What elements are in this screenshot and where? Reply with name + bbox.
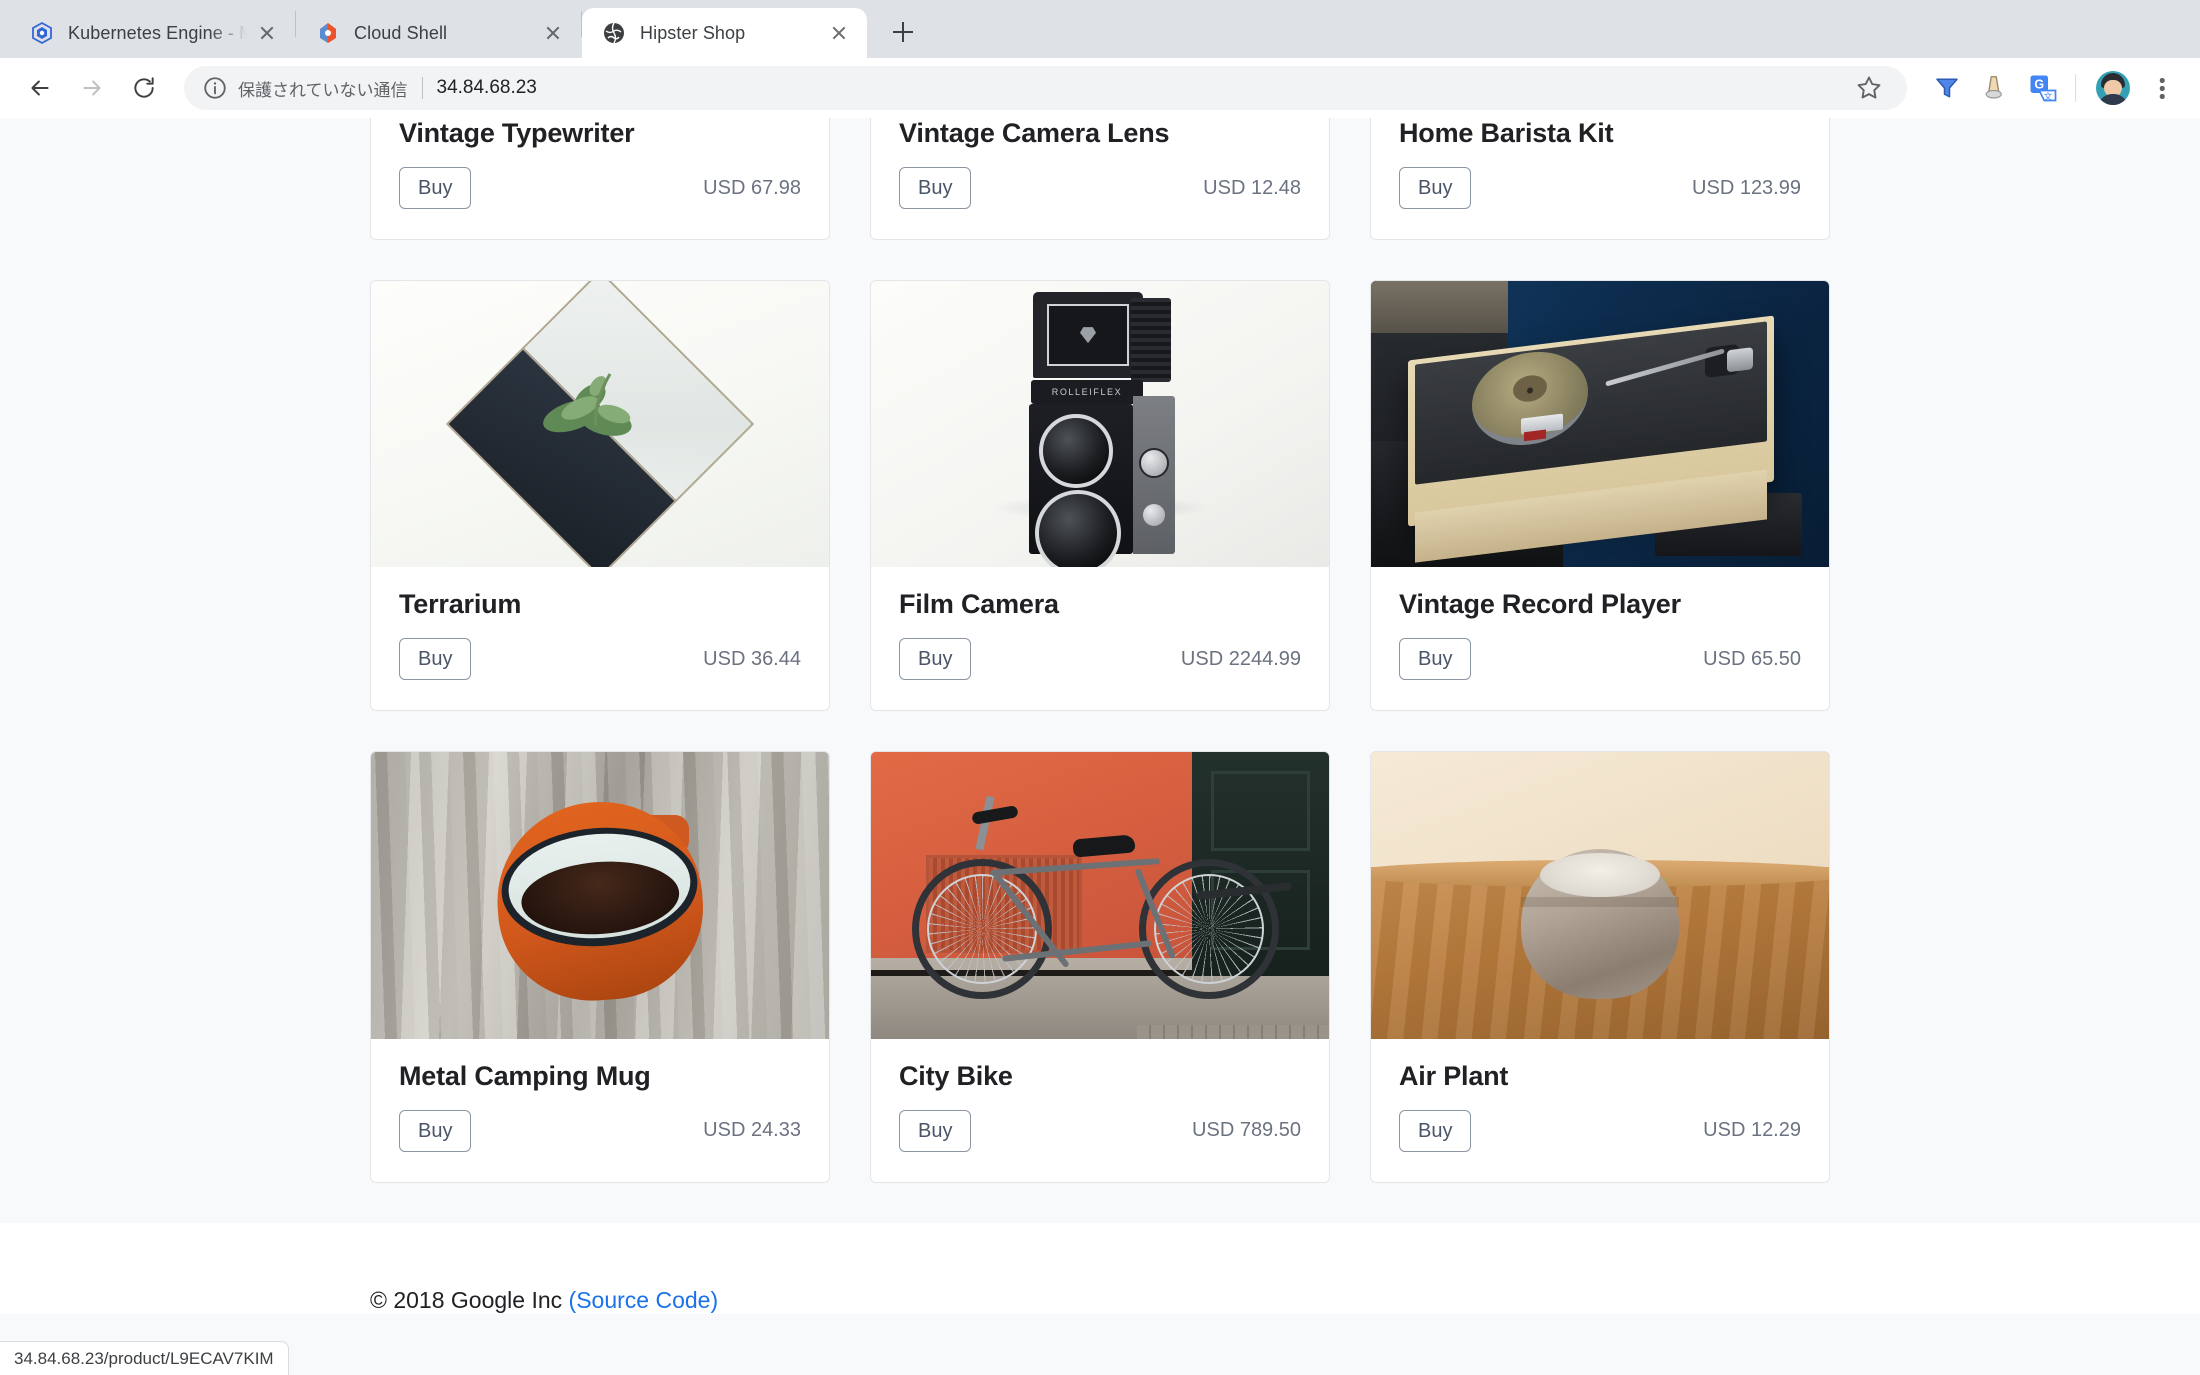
buy-button[interactable]: Buy (899, 167, 972, 210)
product-card-air-plant[interactable]: Air Plant Buy USD 12.29 (1370, 751, 1830, 1183)
tab-hipster-shop[interactable]: Hipster Shop (582, 8, 867, 58)
new-tab-button[interactable] (881, 10, 925, 54)
product-title: Air Plant (1399, 1060, 1509, 1091)
status-bar-url: 34.84.68.23/product/L9ECAV7KIM (0, 1341, 289, 1375)
product-price: USD 12.29 (1703, 1119, 1801, 1142)
buy-button[interactable]: Buy (1399, 167, 1472, 210)
product-price: USD 36.44 (703, 647, 801, 670)
url-text: 34.84.68.23 (436, 77, 537, 98)
tab-title: Kubernetes Engine - My Projec (68, 22, 249, 43)
product-card-vintage-camera-lens[interactable]: Vintage Camera Lens Buy USD 12.48 (870, 118, 1330, 241)
buy-button[interactable]: Buy (399, 167, 472, 210)
security-status-text: 保護されていない通信 (238, 80, 408, 100)
product-card-footer: Buy USD 24.33 (399, 1109, 801, 1152)
product-card-vintage-typewriter[interactable]: Vintage Typewriter Buy USD 67.98 (370, 118, 830, 241)
browser-toolbar: 保護されていない通信 34.84.68.23 G 文 (0, 58, 2200, 118)
product-card-footer: Buy USD 12.48 (899, 167, 1301, 210)
globe-icon (602, 21, 626, 45)
product-card-footer: Buy USD 123.99 (1399, 167, 1801, 210)
kubernetes-icon (30, 21, 54, 45)
cloud-shell-icon (316, 21, 340, 45)
product-title: Metal Camping Mug (399, 1060, 651, 1091)
city-bike-photo[interactable] (871, 752, 1329, 1039)
product-title: Home Barista Kit (1399, 118, 1614, 148)
product-title: Terrarium (399, 589, 522, 620)
product-title: City Bike (899, 1060, 1013, 1091)
tab-title: Cloud Shell (354, 22, 448, 43)
profile-avatar[interactable] (2096, 71, 2130, 105)
close-icon[interactable] (825, 19, 853, 47)
buy-button[interactable]: Buy (1399, 1109, 1472, 1152)
product-row: Terrarium Buy USD 36.44 ROLLEIFLEX Film … (370, 280, 1830, 712)
back-arrow-icon[interactable] (18, 66, 62, 110)
product-card-footer: Buy USD 36.44 (399, 638, 801, 681)
close-icon[interactable] (253, 19, 281, 47)
star-icon[interactable] (1849, 68, 1889, 108)
product-card-vintage-record-player[interactable]: Vintage Record Player Buy USD 65.50 (1370, 280, 1830, 712)
product-grid: Vintage Typewriter Buy USD 67.98 Vintage… (0, 118, 2200, 1183)
address-bar[interactable]: 保護されていない通信 34.84.68.23 (184, 66, 1907, 110)
buy-button[interactable]: Buy (399, 638, 472, 681)
product-row: Metal Camping Mug Buy USD 24.33 City Bik… (370, 751, 1830, 1183)
product-row: Vintage Typewriter Buy USD 67.98 Vintage… (370, 118, 1830, 241)
source-code-link[interactable]: (Source Code) (569, 1287, 719, 1313)
product-card-home-barista-kit[interactable]: Home Barista Kit Buy USD 123.99 (1370, 118, 1830, 241)
product-card-footer: Buy USD 67.98 (399, 167, 801, 210)
footer-copyright: © 2018 Google Inc (Source Code) (370, 1287, 1830, 1314)
product-title: Vintage Record Player (1399, 589, 1681, 620)
tab-title: Hipster Shop (640, 22, 746, 43)
product-card-metal-camping-mug[interactable]: Metal Camping Mug Buy USD 24.33 (370, 751, 830, 1183)
product-title: Film Camera (899, 589, 1059, 620)
toolbar-divider (2075, 74, 2076, 102)
omnibox-divider (421, 77, 423, 99)
status-bar-text: 34.84.68.23/product/L9ECAV7KIM (14, 1348, 274, 1368)
product-price: USD 2244.99 (1180, 647, 1301, 670)
page-footer: © 2018 Google Inc (Source Code) (0, 1222, 2200, 1314)
tab-strip: Kubernetes Engine - My Projec Cloud Shel… (0, 0, 2200, 58)
film-camera-photo[interactable]: ROLLEIFLEX (871, 281, 1329, 568)
product-card-footer: Buy USD 12.29 (1399, 1109, 1801, 1152)
product-card-footer: Buy USD 2244.99 (899, 638, 1301, 681)
buy-button[interactable]: Buy (899, 1109, 972, 1152)
copyright-text: © 2018 Google Inc (370, 1286, 563, 1313)
terrarium-photo[interactable] (371, 281, 829, 568)
google-translate-icon[interactable]: G 文 (2023, 68, 2063, 108)
info-circle-icon[interactable] (202, 75, 228, 101)
product-price: USD 24.33 (703, 1119, 801, 1142)
browser-window: Kubernetes Engine - My Projec Cloud Shel… (0, 0, 2200, 1375)
product-card-city-bike[interactable]: City Bike Buy USD 789.50 (870, 751, 1330, 1183)
tab-cloud-shell[interactable]: Cloud Shell (296, 8, 581, 58)
svg-text:文: 文 (2044, 90, 2053, 101)
product-price: USD 12.48 (1203, 176, 1301, 199)
buy-button[interactable]: Buy (899, 638, 972, 681)
buy-button[interactable]: Buy (1399, 638, 1472, 681)
product-price: USD 67.98 (703, 176, 801, 199)
product-price: USD 123.99 (1692, 176, 1801, 199)
record-player-photo[interactable] (1371, 281, 1829, 568)
page-viewport: Vintage Typewriter Buy USD 67.98 Vintage… (0, 118, 2200, 1375)
camping-mug-photo[interactable] (371, 752, 829, 1039)
extension-icon[interactable] (1927, 68, 1967, 108)
product-card-film-camera[interactable]: ROLLEIFLEX Film Camera Buy USD 2244.99 (870, 280, 1330, 712)
buy-button[interactable]: Buy (399, 1109, 472, 1152)
product-card-footer: Buy USD 789.50 (899, 1109, 1301, 1152)
product-card-footer: Buy USD 65.50 (1399, 638, 1801, 681)
product-price: USD 789.50 (1192, 1119, 1301, 1142)
product-price: USD 65.50 (1703, 647, 1801, 670)
reload-icon[interactable] (122, 66, 166, 110)
page-content: Vintage Typewriter Buy USD 67.98 Vintage… (0, 118, 2200, 1314)
product-card-terrarium[interactable]: Terrarium Buy USD 36.44 (370, 280, 830, 712)
close-icon[interactable] (539, 19, 567, 47)
forward-arrow-icon[interactable] (70, 66, 114, 110)
svg-text:G: G (2034, 78, 2044, 92)
kebab-menu-icon[interactable] (2142, 68, 2182, 108)
extension-icon[interactable] (1975, 68, 2015, 108)
product-title: Vintage Typewriter (399, 118, 635, 148)
tab-kubernetes-engine[interactable]: Kubernetes Engine - My Projec (10, 8, 295, 58)
air-plant-photo[interactable] (1371, 752, 1829, 1039)
product-title: Vintage Camera Lens (899, 118, 1170, 148)
